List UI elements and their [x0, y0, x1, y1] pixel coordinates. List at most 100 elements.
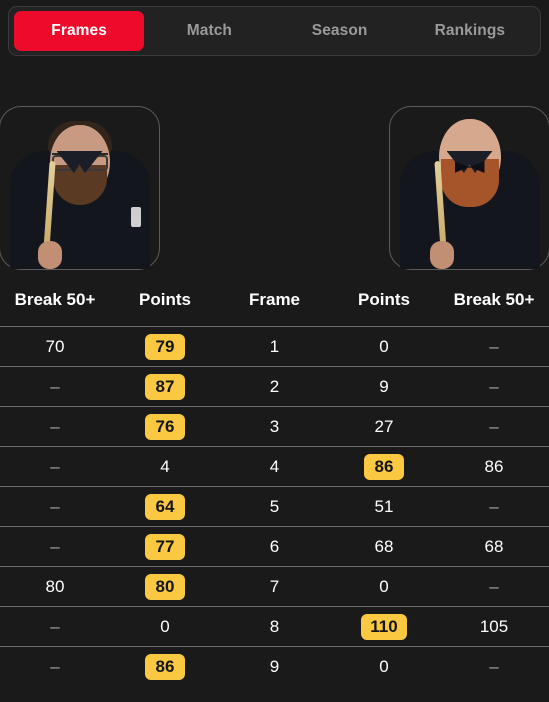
player-right[interactable] [387, 68, 549, 276]
cell-frame-number: 3 [220, 406, 329, 447]
frame-winner-badge: 79 [145, 333, 185, 360]
cell-left-break: – [0, 526, 110, 567]
cell-left-break: 80 [0, 566, 110, 607]
player-left-portrait [0, 107, 159, 269]
frames-table: Break 50+ Points Frame Points Break 50+ 70 79… [0, 282, 549, 687]
right-break-value: – [489, 336, 499, 356]
frames-table-head: Break 50+ Points Frame Points Break 50+ [0, 282, 549, 327]
right-points-value: 27 [374, 416, 394, 436]
column-header-0: Break 50+ [14, 290, 96, 309]
cell-right-points: 27 [329, 406, 439, 447]
cell-right-points: 9 [329, 366, 439, 407]
cell-right-break: – [439, 646, 549, 687]
right-break-value: – [489, 496, 499, 516]
cell-right-break: 105 [439, 606, 549, 647]
tab-season[interactable]: Season [275, 11, 405, 51]
frame-winner-badge: 86 [364, 453, 404, 480]
frame-winner-badge: 76 [145, 413, 185, 440]
player-right-portrait [390, 107, 549, 269]
cell-left-points: 77 [110, 526, 220, 567]
frame-number-value: 8 [269, 616, 280, 636]
cell-right-break: 86 [439, 446, 549, 487]
player-left-sleeve-patch [131, 207, 141, 227]
player-left-photo-frame [0, 106, 160, 270]
player-right-photo-frame [389, 106, 549, 270]
player-right-beard [440, 159, 499, 207]
table-row[interactable]: – 0 8 110 105 [0, 606, 549, 647]
frame-number-value: 7 [269, 576, 280, 596]
column-header-3: Points [358, 290, 410, 309]
cell-left-break: – [0, 606, 110, 647]
cell-left-break: 70 [0, 326, 110, 367]
left-break-value: 80 [45, 576, 65, 596]
cell-left-break: – [0, 446, 110, 487]
player-left-hand [38, 241, 62, 269]
left-break-value: – [50, 496, 60, 516]
cell-left-points: 76 [110, 406, 220, 447]
cell-right-break: 68 [439, 526, 549, 567]
cell-right-points: 51 [329, 486, 439, 527]
right-break-value: – [489, 656, 499, 676]
cell-left-points: 86 [110, 646, 220, 687]
player-left[interactable] [0, 68, 162, 276]
column-header-1: Points [139, 290, 191, 309]
table-row[interactable]: – 64 5 51 – [0, 486, 549, 527]
tab-frames[interactable]: Frames [14, 11, 145, 51]
table-row[interactable]: – 4 4 86 86 [0, 446, 549, 487]
right-points-value: 0 [379, 656, 389, 676]
cell-left-break: – [0, 646, 110, 687]
cell-right-break: – [439, 326, 549, 367]
cell-left-points: 64 [110, 486, 220, 527]
cell-frame-number: 9 [220, 646, 329, 687]
right-break-value: – [489, 376, 499, 396]
cell-frame-number: 6 [220, 526, 329, 567]
left-break-value: – [50, 456, 60, 476]
player-right-hand [430, 241, 454, 269]
left-break-value: – [50, 536, 60, 556]
cell-frame-number: 5 [220, 486, 329, 527]
cell-left-points: 79 [110, 326, 220, 367]
cell-right-points: 68 [329, 526, 439, 567]
frame-number-value: 1 [269, 336, 280, 356]
table-row[interactable]: – 87 2 9 – [0, 366, 549, 407]
cell-right-break: – [439, 366, 549, 407]
left-break-value: – [50, 616, 60, 636]
right-break-value: 86 [484, 456, 504, 476]
cell-frame-number: 7 [220, 566, 329, 607]
tab-rankings[interactable]: Rankings [405, 11, 535, 51]
frame-winner-badge: 87 [145, 373, 185, 400]
frame-number-value: 3 [269, 416, 280, 436]
cell-frame-number: 1 [220, 326, 329, 367]
left-break-value: – [50, 416, 60, 436]
table-row[interactable]: 80 80 7 0 – [0, 566, 549, 607]
frame-number-value: 2 [269, 376, 280, 396]
cell-right-break: – [439, 566, 549, 607]
frame-number-value: 9 [269, 656, 280, 676]
tab-match[interactable]: Match [144, 11, 274, 51]
players-section [0, 68, 549, 276]
cell-left-points: 4 [110, 446, 220, 487]
cell-right-points: 110 [329, 606, 439, 647]
table-row[interactable]: – 76 3 27 – [0, 406, 549, 447]
frames-table-body: 70 79 1 0– –87 2 9– –76 3 27– –4 4 86 86–64 5 51– –77 6 68… [0, 326, 549, 687]
right-break-value: – [489, 416, 499, 436]
cell-right-break: – [439, 486, 549, 527]
table-row[interactable]: – 77 6 68 68 [0, 526, 549, 567]
table-header-row: Break 50+ Points Frame Points Break 50+ [0, 282, 549, 327]
cell-right-points: 86 [329, 446, 439, 487]
table-row[interactable]: – 86 9 0 – [0, 646, 549, 687]
cell-left-break: – [0, 486, 110, 527]
table-row[interactable]: 70 79 1 0 – [0, 326, 549, 367]
left-break-value: – [50, 376, 60, 396]
left-points-value: 4 [160, 456, 170, 476]
left-points-value: 0 [160, 616, 170, 636]
frame-number-value: 5 [269, 496, 280, 516]
cell-left-break: – [0, 406, 110, 447]
cell-right-break: – [439, 406, 549, 447]
right-break-value: – [489, 576, 499, 596]
column-header-2: Frame [248, 290, 301, 309]
left-break-value: – [50, 656, 60, 676]
frame-number-value: 4 [269, 456, 280, 476]
right-points-value: 51 [374, 496, 394, 516]
frame-winner-badge: 77 [145, 533, 185, 560]
